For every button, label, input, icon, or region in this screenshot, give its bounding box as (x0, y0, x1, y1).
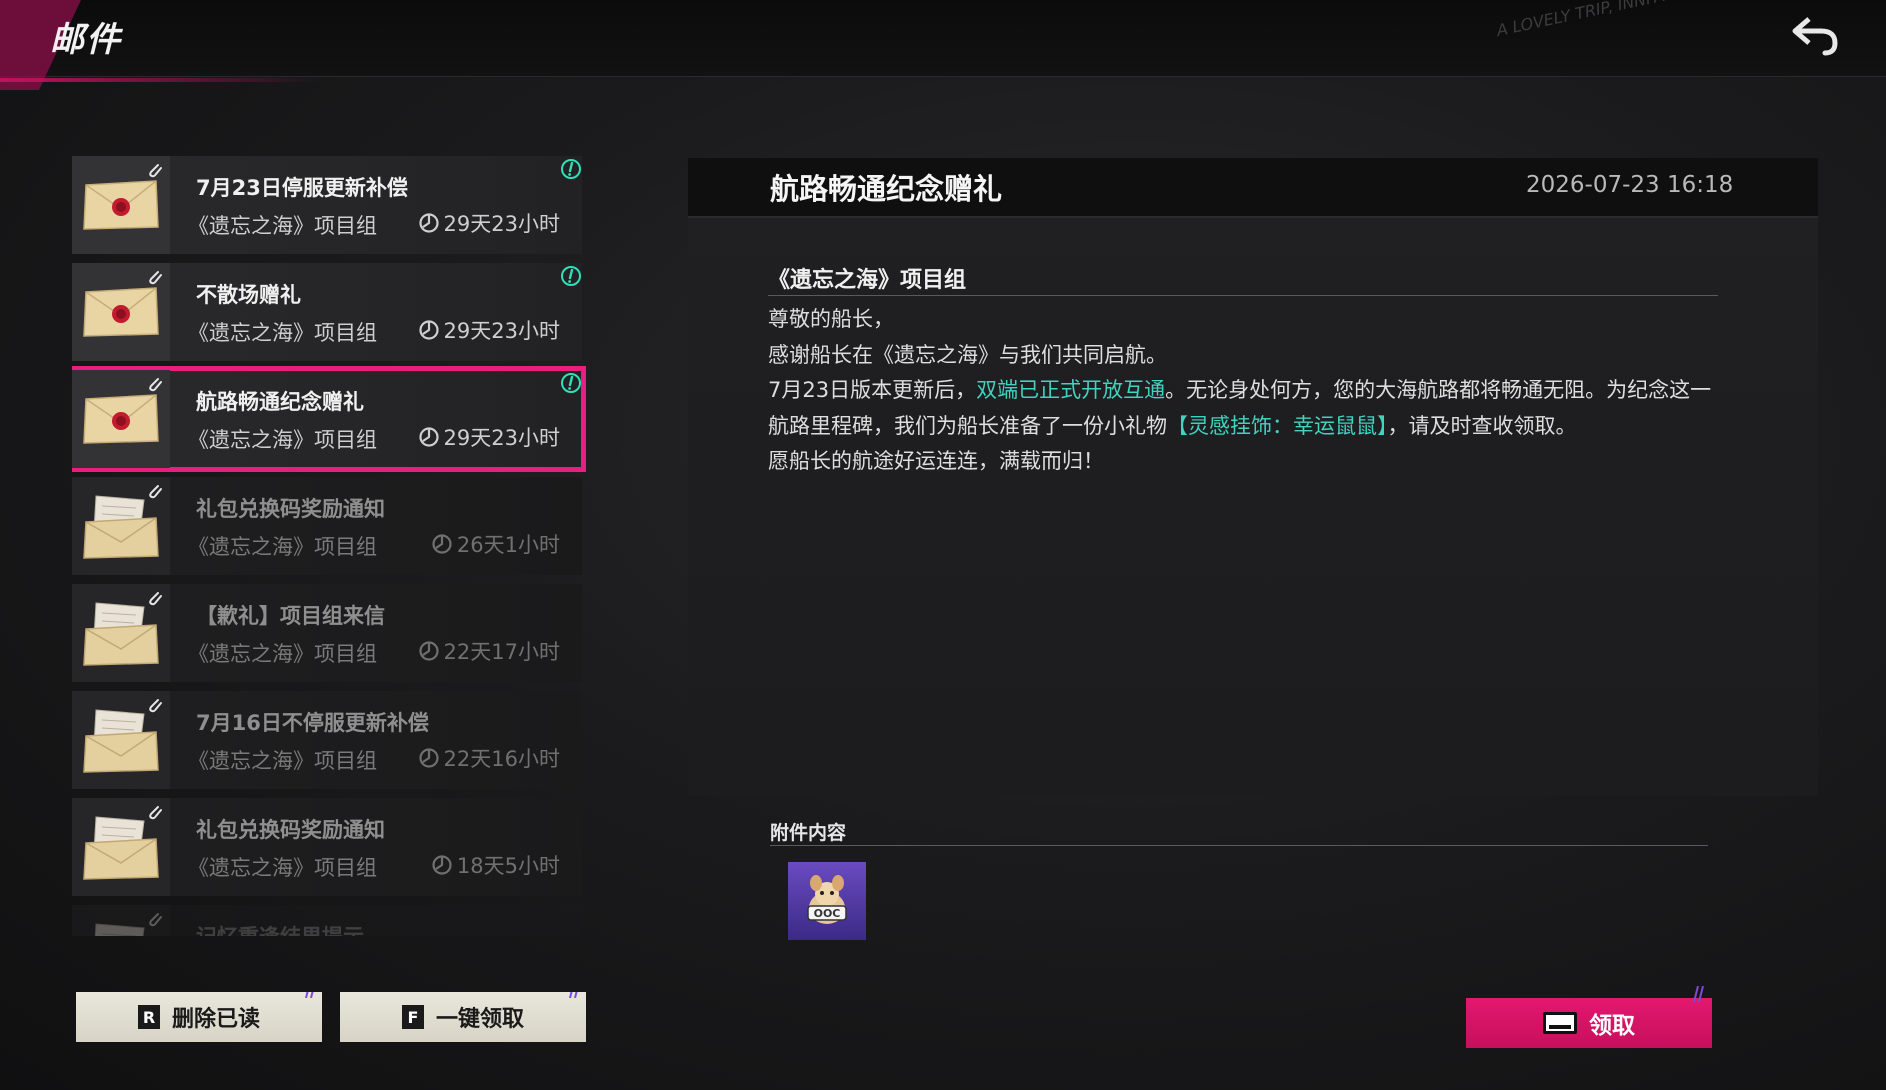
attachment-clip-icon (149, 485, 162, 499)
sealed-letter-icon (83, 287, 159, 337)
mail-item[interactable]: 记忆重逢结果提示 (72, 905, 582, 936)
mail-title: 记忆重逢结果提示 (196, 921, 364, 936)
opened-letter-icon (83, 495, 159, 559)
mail-expiry-text: 22天17小时 (443, 640, 560, 664)
mail-item[interactable]: 礼包兑换码奖励通知《遗忘之海》项目组 26天1小时 (72, 477, 582, 575)
slash-decoration-icon (1693, 986, 1704, 1002)
back-button[interactable] (1788, 10, 1844, 60)
mail-title: 礼包兑换码奖励通知 (196, 497, 385, 521)
timer-icon (432, 534, 452, 554)
lucky-mouse-charm-icon: OOC (807, 875, 847, 924)
claim-all-button[interactable]: F 一键领取 (340, 992, 586, 1042)
attachment-clip-icon (149, 592, 162, 606)
back-arrow-icon (1792, 17, 1838, 56)
mail-expiry-text: 26天1小时 (456, 533, 560, 557)
mail-item[interactable]: 礼包兑换码奖励通知《遗忘之海》项目组 18天5小时 (72, 798, 582, 896)
opened-letter-icon (83, 709, 159, 773)
mail-expiry: 29天23小时 (418, 422, 560, 452)
mail-sender: 《遗忘之海》项目组 (188, 749, 377, 773)
claim-button[interactable]: 领取 (1466, 986, 1712, 1048)
delete-read-button[interactable]: R 删除已读 (76, 992, 322, 1042)
mail-detail-sender: 《遗忘之海》项目组 (768, 268, 967, 293)
mail-sender: 《遗忘之海》项目组 (188, 642, 377, 666)
page-title: 邮件 (50, 20, 122, 60)
attachment-item[interactable]: OOC (788, 862, 866, 940)
slash-decoration-icon (305, 992, 316, 998)
highlight-crossplay: 双端已正式开放互通 (976, 378, 1166, 402)
mail-sender: 《遗忘之海》项目组 (188, 428, 377, 452)
slash-decoration-icon (569, 992, 580, 998)
attachment-clip-icon (149, 913, 162, 927)
mail-line-2: 7月23日版本更新后，双端已正式开放互通。无论身处何方，您的大海航路都将畅通无阻… (768, 373, 1718, 444)
key-hint-r: R (137, 1005, 160, 1029)
mail-greeting: 尊敬的船长， (768, 307, 894, 331)
attachment-divider (770, 845, 1708, 846)
attachment-clip-icon (149, 806, 162, 820)
attachment-label: 附件内容 (770, 822, 847, 844)
mail-expiry: 29天23小时 (418, 315, 560, 345)
mail-sender: 《遗忘之海》项目组 (188, 535, 377, 559)
mail-item[interactable]: 7月16日不停服更新补偿《遗忘之海》项目组 22天16小时 (72, 691, 582, 789)
mail-expiry-text: 29天23小时 (443, 212, 560, 236)
mail-text: ，请及时查收领取。 (1387, 413, 1577, 438)
opened-letter-icon (83, 602, 159, 666)
opened-letter-icon (83, 816, 159, 880)
mail-sender: 《遗忘之海》项目组 (188, 321, 377, 345)
mail-title: 7月23日停服更新补偿 (196, 176, 408, 200)
mail-item[interactable]: 航路畅通纪念赠礼 《遗忘之海》项目组 29天23小时 (72, 366, 586, 472)
mail-text: 7月23日版本更新后， (768, 378, 977, 402)
claim-label: 领取 (1589, 1013, 1635, 1039)
delete-read-label: 删除已读 (171, 1007, 260, 1032)
unread-alert-icon (561, 266, 581, 286)
key-hint-f: F (401, 1005, 424, 1029)
svg-text:OOC: OOC (814, 907, 841, 920)
attachment-clip-icon (149, 271, 162, 285)
sender-divider (768, 295, 1718, 296)
sealed-letter-icon (83, 180, 159, 230)
mail-item[interactable]: 不散场赠礼《遗忘之海》项目组 29天23小时 (72, 263, 582, 361)
mail-list[interactable]: 7月23日停服更新补偿 《遗忘之海》项目组 29天23小时 不散场赠礼 《遗忘之海》项目… (72, 156, 586, 936)
mail-expiry: 29天23小时 (418, 208, 560, 238)
mail-expiry-text: 29天23小时 (443, 426, 560, 450)
mail-expiry-text: 29天23小时 (443, 319, 560, 343)
mail-line-1: 感谢船长在《遗忘之海》与我们共同启航。 (768, 342, 1167, 367)
mail-title: 7月16日不停服更新补偿 (196, 711, 429, 735)
mail-expiry: 22天17小时 (418, 636, 560, 666)
timer-icon (432, 855, 452, 875)
mail-expiry: 18天5小时 (431, 850, 560, 880)
mail-title: 不散场赠礼 (196, 283, 301, 307)
mail-expiry: 22天16小时 (418, 743, 560, 773)
mail-detail-title: 航路畅通纪念赠礼 (770, 172, 1003, 206)
attachment-clip-icon (149, 699, 162, 713)
mail-sender: 《遗忘之海》项目组 (188, 214, 377, 238)
timer-icon (418, 213, 439, 233)
mail-closing: 愿船长的航途好运连连，满载而归！ (768, 449, 1104, 473)
mail-expiry: 26天1小时 (431, 529, 560, 559)
attachment-clip-icon (149, 164, 162, 178)
highlight-gift-name: 【灵感挂饰：幸运鼠鼠】 (1167, 413, 1388, 438)
timer-icon (418, 427, 439, 447)
mail-item[interactable]: 7月23日停服更新补偿《遗忘之海》项目组 29天23小时 (72, 156, 582, 254)
mail-expiry-text: 22天16小时 (443, 747, 560, 771)
unread-alert-icon (561, 373, 581, 393)
mail-detail-date: 2026-07-23 16:18 (1526, 172, 1734, 198)
mail-sender: 《遗忘之海》项目组 (188, 856, 377, 880)
mail-title: 【歉礼】项目组来信 (196, 604, 385, 628)
unread-alert-icon (561, 159, 581, 179)
mail-expiry-text: 18天5小时 (456, 854, 560, 878)
claim-key-icon (1543, 1012, 1577, 1034)
claim-all-label: 一键领取 (435, 1007, 524, 1032)
mail-title: 礼包兑换码奖励通知 (196, 818, 385, 842)
attachment-clip-icon (149, 378, 162, 392)
mail-body: 尊敬的船长， 感谢船长在《遗忘之海》与我们共同启航。 7月23日版本更新后，双端… (768, 302, 1718, 480)
timer-icon (418, 641, 439, 661)
timer-icon (418, 748, 439, 768)
mail-item[interactable]: 【歉礼】项目组来信《遗忘之海》项目组 22天17小时 (72, 584, 582, 682)
sealed-letter-icon (83, 394, 159, 444)
mail-title: 航路畅通纪念赠礼 (196, 390, 364, 414)
timer-icon (418, 320, 439, 340)
